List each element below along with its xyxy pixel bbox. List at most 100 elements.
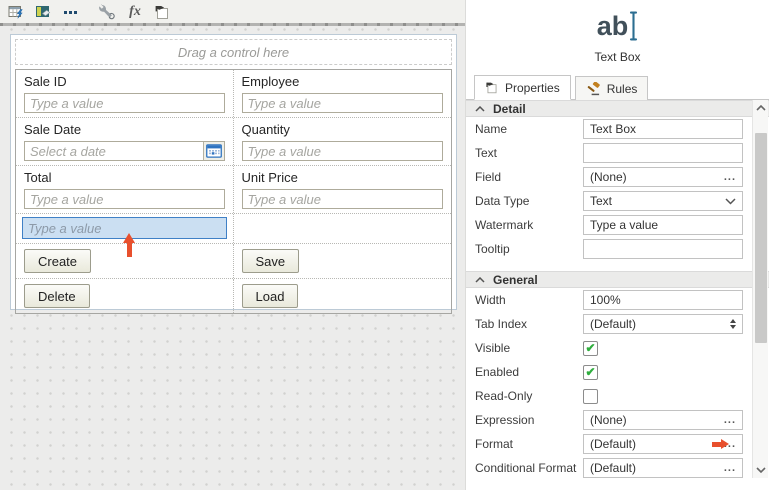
sale-date-input[interactable]: [24, 141, 225, 161]
save-button[interactable]: Save: [242, 249, 300, 273]
sale-date-label: Sale Date: [24, 122, 225, 137]
name-label: Name: [475, 122, 583, 136]
tooltip-label: Tooltip: [475, 242, 583, 256]
form-row-sale-employee: Sale ID Employee: [16, 70, 451, 118]
prop-row-field: Field (None) ...: [466, 165, 769, 189]
name-input[interactable]: [583, 119, 743, 139]
prop-row-data-type: Data Type Text: [466, 189, 769, 213]
watermark-input[interactable]: [583, 215, 743, 235]
control-preview: ab Text Box: [466, 0, 769, 64]
form-surface[interactable]: Drag a control here Sale ID Employee Sa: [10, 34, 457, 310]
textbox-icon-text: ab: [597, 13, 629, 40]
pointer-arrow-up-icon: [123, 233, 136, 257]
properties-tab-icon: [485, 81, 499, 94]
prop-row-enabled: Enabled: [466, 360, 769, 384]
cell-quantity[interactable]: Quantity: [234, 118, 452, 165]
pointer-arrow-right-icon: [712, 439, 729, 449]
text-cursor-icon: [629, 11, 638, 41]
detail-section-title: Detail: [493, 102, 526, 116]
scroll-up-icon[interactable]: [753, 100, 768, 116]
clipboard-flag-icon[interactable]: [152, 3, 172, 21]
ellipsis-icon[interactable]: [60, 3, 80, 21]
cell-save: Save: [234, 244, 452, 278]
collapse-chevron-icon: [475, 277, 485, 283]
spinner-arrows-icon[interactable]: [730, 319, 736, 329]
prop-row-expression: Expression (None) ...: [466, 408, 769, 432]
enabled-label: Enabled: [475, 365, 583, 379]
ellipsis-button[interactable]: ...: [724, 415, 736, 426]
delete-button[interactable]: Delete: [24, 284, 90, 308]
read-only-checkbox[interactable]: [583, 389, 598, 404]
expression-picker[interactable]: (None) ...: [583, 410, 743, 430]
collapse-chevron-icon: [475, 106, 485, 112]
data-type-dropdown[interactable]: Text: [583, 191, 743, 211]
tab-rules-label: Rules: [607, 82, 638, 96]
scroll-down-icon[interactable]: [753, 462, 768, 478]
textbox-control-icon: ab: [466, 9, 769, 43]
drop-zone[interactable]: Drag a control here: [15, 39, 452, 65]
employee-label: Employee: [242, 74, 444, 89]
prop-row-tooltip: Tooltip: [466, 237, 769, 261]
scrollbar-thumb[interactable]: [755, 133, 767, 343]
visible-checkbox[interactable]: [583, 341, 598, 356]
cell-empty[interactable]: [234, 214, 452, 243]
form-row-date-quantity: Sale Date: [16, 118, 451, 166]
prop-row-visible: Visible: [466, 336, 769, 360]
load-button[interactable]: Load: [242, 284, 299, 308]
tab-properties[interactable]: Properties: [474, 75, 571, 100]
data-type-label: Data Type: [475, 194, 583, 208]
form-table: Sale ID Employee Sale Date: [15, 69, 452, 314]
cell-unit-price[interactable]: Unit Price: [234, 166, 452, 213]
field-label: Field: [475, 170, 583, 184]
form-row-delete-load: Delete Load: [16, 279, 451, 313]
employee-input[interactable]: [242, 93, 444, 113]
conditional-format-picker[interactable]: (Default) ...: [583, 458, 743, 478]
cell-sale-id[interactable]: Sale ID: [16, 70, 234, 117]
panel-scrollbar[interactable]: [752, 100, 768, 478]
tab-index-stepper[interactable]: (Default): [583, 314, 743, 334]
inspector-tabs: Properties Rules: [466, 75, 769, 100]
enabled-checkbox[interactable]: [583, 365, 598, 380]
datasource-icon[interactable]: [6, 3, 26, 21]
form-row-create-save: Create Save: [16, 244, 451, 279]
section-header-detail[interactable]: Detail: [466, 100, 769, 117]
tab-rules[interactable]: Rules: [575, 76, 649, 100]
tooltip-input[interactable]: [583, 239, 743, 259]
field-value: (None): [590, 170, 627, 184]
design-canvas[interactable]: Drag a control here Sale ID Employee Sa: [0, 23, 465, 490]
prop-row-read-only: Read-Only: [466, 384, 769, 408]
designer-region: fx Drag a control here Sale ID: [0, 0, 465, 490]
cell-total[interactable]: Total: [16, 166, 234, 213]
sale-id-input[interactable]: [24, 93, 225, 113]
width-label: Width: [475, 293, 583, 307]
properties-panel: ab Text Box Properties Rules De: [465, 0, 769, 490]
prop-row-width: Width: [466, 288, 769, 312]
ellipsis-button[interactable]: ...: [724, 463, 736, 474]
unit-price-input[interactable]: [242, 189, 444, 209]
design-eraser-icon[interactable]: [33, 3, 53, 21]
field-picker[interactable]: (None) ...: [583, 167, 743, 187]
read-only-label: Read-Only: [475, 389, 583, 403]
cell-employee[interactable]: Employee: [234, 70, 452, 117]
section-header-general[interactable]: General: [466, 271, 769, 288]
form-row-total-unitprice: Total Unit Price: [16, 166, 451, 214]
total-input[interactable]: [24, 189, 225, 209]
conditional-format-label: Conditional Format: [475, 461, 583, 475]
function-icon[interactable]: fx: [125, 3, 145, 21]
watermark-label: Watermark: [475, 218, 583, 232]
cell-sale-date[interactable]: Sale Date: [16, 118, 234, 165]
width-input[interactable]: [583, 290, 743, 310]
create-button[interactable]: Create: [24, 249, 91, 273]
wrench-refresh-icon[interactable]: [98, 3, 118, 21]
sale-id-label: Sale ID: [24, 74, 225, 89]
prop-row-name: Name: [466, 117, 769, 141]
tab-properties-label: Properties: [505, 81, 560, 95]
text-input[interactable]: [583, 143, 743, 163]
prop-row-format: Format (Default) ...: [466, 432, 769, 456]
prop-row-conditional-format: Conditional Format (Default) ...: [466, 456, 769, 480]
quantity-input[interactable]: [242, 141, 444, 161]
expression-label: Expression: [475, 413, 583, 427]
visible-label: Visible: [475, 341, 583, 355]
calendar-icon[interactable]: [203, 142, 224, 160]
ellipsis-button[interactable]: ...: [724, 172, 736, 183]
